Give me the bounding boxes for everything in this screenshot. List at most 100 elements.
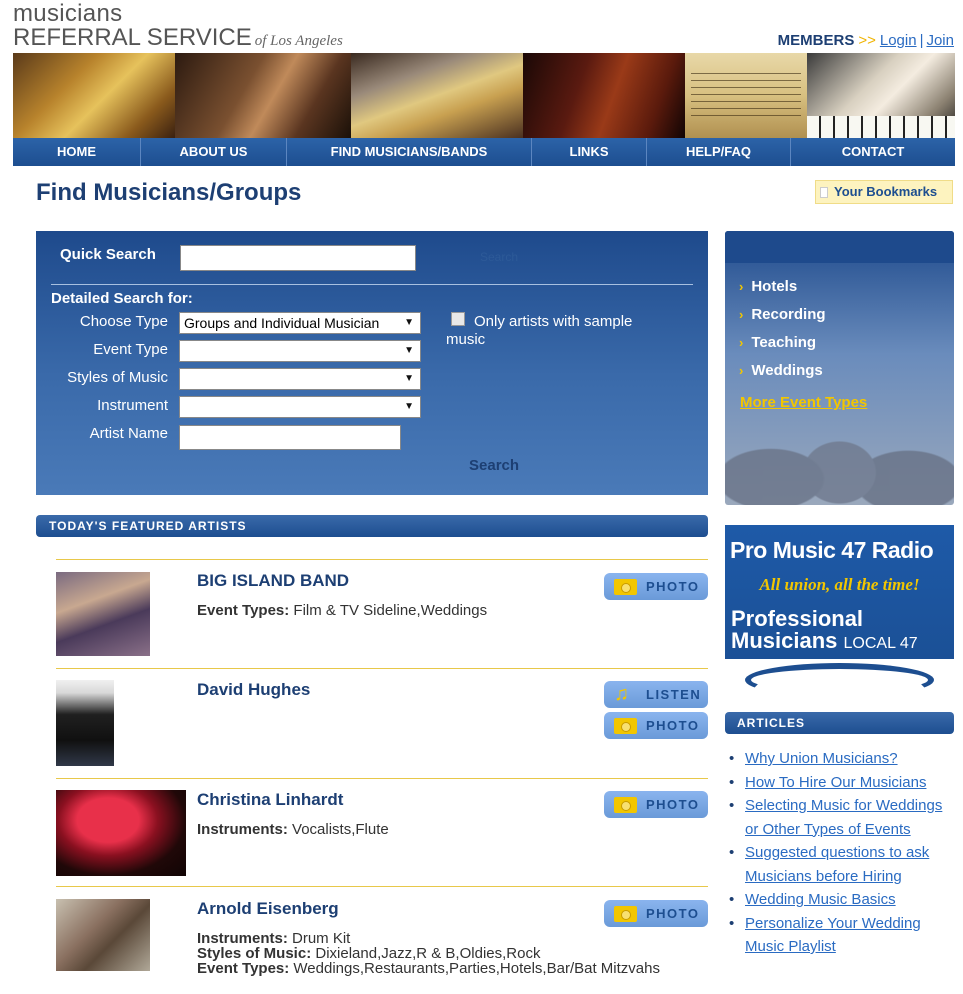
bookmark-icon: [820, 187, 828, 199]
artist-divider: [56, 778, 708, 779]
chevron-down-icon: ▼: [404, 317, 414, 328]
artist-name-arnold-eisenberg[interactable]: Arnold Eisenberg: [197, 899, 339, 919]
nav-help-faq[interactable]: HELP/FAQ: [647, 138, 791, 166]
cello-photo: [523, 53, 685, 138]
members-bar: MEMBERS >> Login | Join: [778, 32, 954, 49]
articles-header: ARTICLES: [725, 712, 954, 734]
panel-top-band: [725, 231, 954, 263]
article-link[interactable]: Wedding Music Basics: [729, 888, 955, 912]
bookmarks-button[interactable]: Your Bookmarks: [815, 180, 953, 204]
ad-title: Pro Music 47 Radio: [730, 537, 934, 563]
chevron-right-icon: ›: [739, 363, 744, 378]
event-type-select[interactable]: ▼: [179, 340, 421, 362]
header-banner: [13, 53, 955, 138]
photo-button[interactable]: PHOTO: [604, 900, 708, 927]
photo-button[interactable]: PHOTO: [604, 791, 708, 818]
detail-value: Weddings,Restaurants,Parties,Hotels,Bar/…: [293, 960, 660, 977]
article-link[interactable]: Personalize Your Wedding Music Playlist: [729, 912, 955, 959]
staff-lines: [691, 67, 801, 117]
artist-name-christina-linhardt[interactable]: Christina Linhardt: [197, 790, 343, 810]
ad-tagline: All union, all the time!: [759, 575, 920, 594]
quick-search-input[interactable]: [180, 245, 416, 271]
trumpet-photo: [351, 53, 523, 138]
event-label: Weddings: [751, 362, 823, 379]
event-types-panel: › Hotels › Recording › Teaching › Weddings M…: [725, 231, 954, 505]
styles-of-music-select[interactable]: ▼: [179, 368, 421, 390]
listen-button[interactable]: ♫ LISTEN: [604, 681, 708, 708]
ad-musicians: Musicians: [731, 628, 838, 653]
event-label: Hotels: [751, 278, 798, 295]
join-link[interactable]: Join: [926, 32, 954, 49]
nav-links[interactable]: LINKS: [532, 138, 647, 166]
ad-musicians-line: Musicians LOCAL 47: [731, 630, 918, 655]
login-link[interactable]: Login: [880, 32, 917, 49]
members-arrows: >>: [858, 32, 876, 49]
artist-divider: [56, 559, 708, 560]
detail-label: Event Types:: [197, 602, 290, 619]
artist-name-big-island-band[interactable]: BIG ISLAND BAND: [197, 571, 349, 591]
artist-name-david-hughes[interactable]: David Hughes: [197, 680, 310, 700]
quick-search-button[interactable]: Search: [480, 250, 518, 264]
chevron-down-icon: ▼: [404, 345, 414, 356]
search-button[interactable]: Search: [469, 457, 519, 474]
site-logo[interactable]: musicians REFERRAL SERVICE of Los Angeles: [13, 2, 343, 50]
article-link[interactable]: Selecting Music for Weddings or Other Ty…: [729, 794, 955, 841]
artist-photo-arnold-eisenberg[interactable]: [56, 899, 150, 971]
chevron-right-icon: ›: [739, 335, 744, 350]
choose-type-label: Choose Type: [79, 313, 168, 330]
event-label: Recording: [751, 306, 826, 323]
radio-ad-banner[interactable]: Pro Music 47 Radio All union, all the ti…: [725, 525, 954, 689]
artist-details: Instruments: Drum Kit Styles of Music: D…: [197, 931, 667, 976]
photo-button-label: PHOTO: [646, 797, 700, 812]
artist-photo-big-island-band[interactable]: [56, 572, 150, 656]
artist-name-input[interactable]: [179, 425, 401, 450]
chevron-right-icon: ›: [739, 279, 744, 294]
artist-details: Event Types: Film & TV Sideline,Weddings: [197, 603, 667, 618]
ad-professional: Professional: [731, 606, 864, 631]
detailed-search-label: Detailed Search for:: [51, 290, 193, 307]
article-link[interactable]: Why Union Musicians?: [729, 747, 955, 771]
detail-value: Vocalists,Flute: [292, 821, 389, 838]
logo-referral-text: REFERRAL SERVICE: [13, 24, 252, 51]
photo-button[interactable]: PHOTO: [604, 573, 708, 600]
event-weddings-link[interactable]: › Weddings: [739, 362, 823, 379]
search-divider: [51, 284, 693, 285]
ad-local47-text: Professional Musicians LOCAL 47: [731, 608, 918, 655]
bookmarks-label: Your Bookmarks: [834, 184, 938, 199]
detail-value: Film & TV Sideline,Weddings: [293, 602, 488, 619]
event-recording-link[interactable]: › Recording: [739, 306, 826, 323]
detail-line: Styles of Music: Dixieland,Jazz,R & B,Ol…: [197, 946, 667, 961]
nav-about-us[interactable]: ABOUT US: [141, 138, 287, 166]
camera-icon: [614, 579, 637, 595]
camera-icon: [614, 797, 637, 813]
nav-contact[interactable]: CONTACT: [791, 138, 955, 166]
choose-type-select[interactable]: Groups and Individual Musician ▼: [179, 312, 421, 334]
more-event-types-link[interactable]: More Event Types: [740, 394, 867, 411]
event-hotels-link[interactable]: › Hotels: [739, 278, 797, 295]
event-teaching-link[interactable]: › Teaching: [739, 334, 816, 351]
artist-photo-david-hughes[interactable]: [56, 680, 114, 766]
detail-label: Event Types:: [197, 960, 290, 977]
article-link[interactable]: How To Hire Our Musicians: [729, 771, 955, 795]
detail-line: Event Types: Weddings,Restaurants,Partie…: [197, 961, 667, 976]
choose-type-value: Groups and Individual Musician: [184, 315, 380, 331]
listen-button-label: LISTEN: [646, 687, 702, 702]
articles-list: Why Union Musicians? How To Hire Our Mus…: [729, 747, 955, 959]
artist-name-label: Artist Name: [89, 425, 168, 442]
instrument-select[interactable]: ▼: [179, 396, 421, 418]
chevron-down-icon: ▼: [404, 401, 414, 412]
ad-local47: LOCAL 47: [843, 635, 918, 652]
artist-photo-christina-linhardt[interactable]: [56, 790, 186, 876]
event-type-label: Event Type: [93, 341, 168, 358]
detail-label: Instruments:: [197, 821, 288, 838]
photo-button[interactable]: PHOTO: [604, 712, 708, 739]
featured-artists-header: TODAY'S FEATURED ARTISTS: [36, 515, 708, 537]
nav-find-musicians[interactable]: FIND MUSICIANS/BANDS: [287, 138, 532, 166]
event-label: Teaching: [751, 334, 817, 351]
article-link[interactable]: Suggested questions to ask Musicians bef…: [729, 841, 955, 888]
members-separator: |: [919, 32, 924, 49]
nav-home[interactable]: HOME: [13, 138, 141, 166]
logo-bottom-text: REFERRAL SERVICE of Los Angeles: [13, 26, 343, 50]
guitar-photo: [175, 53, 351, 138]
saxophone-photo: [13, 53, 175, 138]
